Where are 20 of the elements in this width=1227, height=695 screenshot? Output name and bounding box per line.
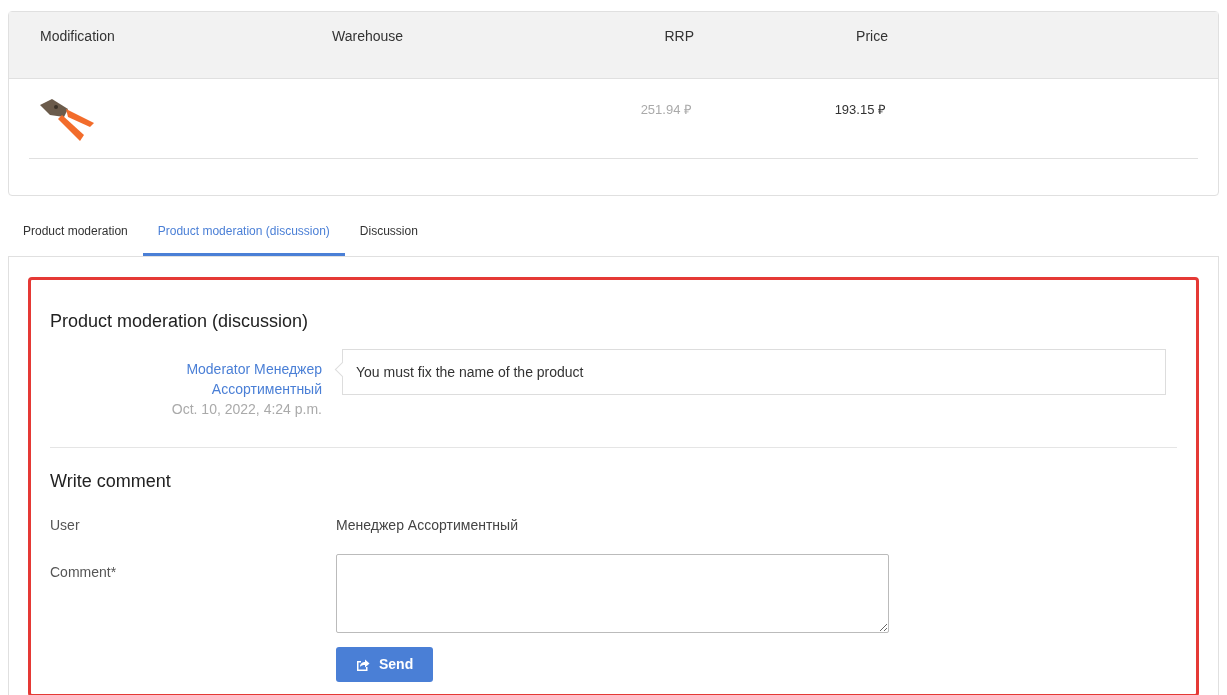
share-icon — [356, 658, 370, 671]
field-label: Comment* — [50, 564, 117, 580]
send-button[interactable]: Send — [336, 647, 434, 682]
comment-input[interactable] — [336, 554, 889, 633]
section-title: Write comment — [50, 470, 172, 493]
comment-date: Oct. 10, 2022, 4:24 p.m. — [171, 400, 322, 419]
tab[interactable]: Product moderation (discussion) — [142, 208, 345, 256]
column-header: Modification — [40, 28, 115, 44]
column-header: RRP — [664, 28, 694, 44]
column-header: Price — [856, 28, 888, 44]
tab[interactable]: Discussion — [344, 208, 433, 256]
column-header: Warehouse — [332, 28, 404, 44]
price: 193.15 ₽ — [834, 102, 886, 117]
author-link[interactable]: Moderator Менеджер Ассортиментный — [162, 359, 322, 399]
comment-text: You must fix the name of the product — [356, 362, 584, 382]
rrp-price: 251.94 ₽ — [640, 102, 692, 117]
field-label: User — [50, 517, 80, 533]
user-name: Менеджер Ассортиментный — [336, 516, 518, 535]
section-title: Product moderation (discussion) — [50, 310, 310, 333]
tab[interactable]: Product moderation — [8, 208, 143, 256]
